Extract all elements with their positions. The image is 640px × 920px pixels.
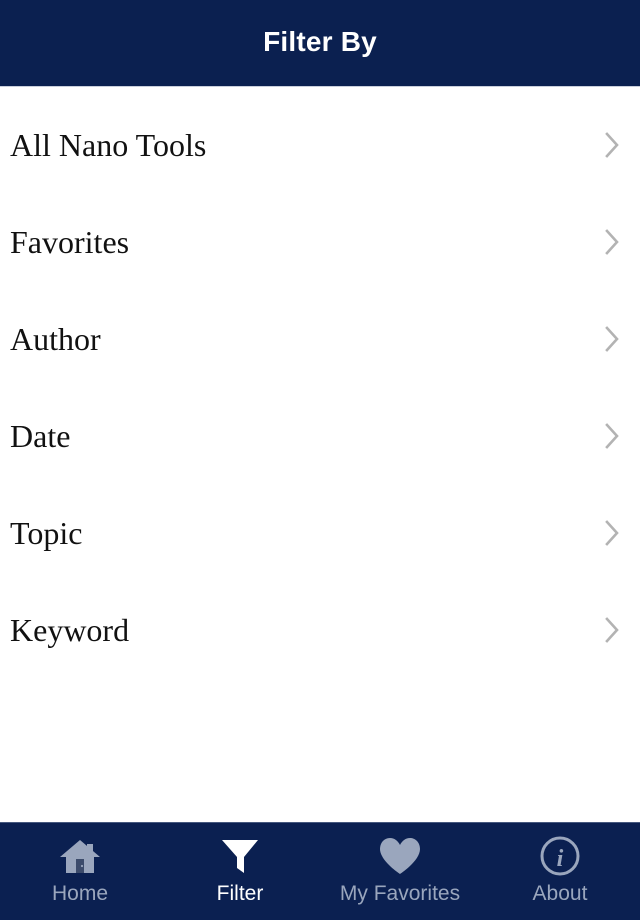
filter-list-item-date[interactable]: Date <box>0 387 640 484</box>
chevron-right-icon <box>605 519 619 546</box>
chevron-right-icon <box>605 131 619 158</box>
list-item-label: All Nano Tools <box>10 126 207 163</box>
filter-list-item-author[interactable]: Author <box>0 290 640 387</box>
filter-by-screen: Filter By All Nano Tools Favorites Autho… <box>0 0 640 920</box>
page-title: Filter By <box>263 26 377 57</box>
funnel-icon <box>217 835 263 877</box>
tab-label: Home <box>51 882 109 905</box>
tab-home[interactable]: Home <box>0 823 160 920</box>
chevron-right-icon <box>605 325 619 352</box>
list-item-label: Favorites <box>10 223 130 260</box>
tab-label: Filter <box>216 882 264 905</box>
tab-my-favorites[interactable]: My Favorites <box>320 823 480 920</box>
tab-about[interactable]: i About <box>480 823 640 920</box>
list-item-label: Keyword <box>10 611 130 648</box>
app-header: Filter By <box>0 0 640 87</box>
list-item-label: Author <box>10 320 101 357</box>
chevron-right-icon <box>605 422 619 449</box>
filter-list-item-all-nano-tools[interactable]: All Nano Tools <box>0 96 640 193</box>
tab-label: My Favorites <box>339 882 461 905</box>
bottom-tab-bar: Home Filter My Favorites i About <box>0 822 640 920</box>
info-circle-icon: i <box>537 835 583 877</box>
filter-list-item-favorites[interactable]: Favorites <box>0 193 640 290</box>
filter-list: All Nano Tools Favorites Author Date Top <box>0 87 640 822</box>
svg-text:i: i <box>557 846 564 872</box>
chevron-right-icon <box>605 616 619 643</box>
filter-list-item-keyword[interactable]: Keyword <box>0 581 640 678</box>
filter-list-item-topic[interactable]: Topic <box>0 484 640 581</box>
tab-filter[interactable]: Filter <box>160 823 320 920</box>
tab-label: About <box>532 882 588 905</box>
chevron-right-icon <box>605 228 619 255</box>
home-icon <box>57 835 103 877</box>
list-item-label: Topic <box>10 514 83 551</box>
heart-icon <box>377 835 423 877</box>
list-item-label: Date <box>10 417 71 454</box>
